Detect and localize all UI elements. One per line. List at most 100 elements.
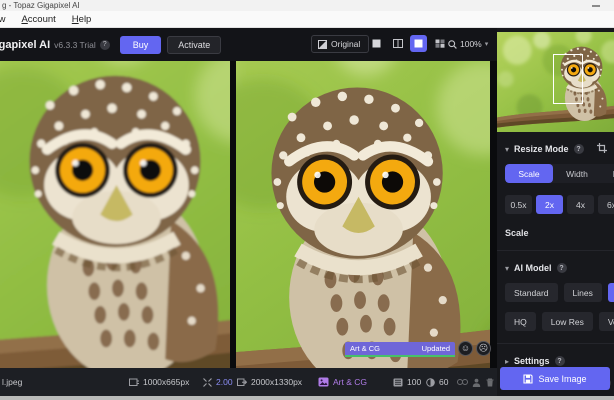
original-toggle-button[interactable]: Original xyxy=(311,35,370,53)
navigator-thumbnail[interactable] xyxy=(497,32,614,132)
happy-face-icon[interactable]: ☺ xyxy=(458,341,473,356)
model-hq-button[interactable]: HQ xyxy=(505,312,536,331)
image-size-icon xyxy=(129,378,139,386)
menu-account[interactable]: Account xyxy=(21,14,55,25)
help-badge-icon[interactable]: ? xyxy=(99,39,110,50)
progress-bar xyxy=(345,355,455,357)
input-size-group: 1000x665px xyxy=(129,368,189,396)
progress-status: Updated xyxy=(421,344,450,353)
split-view-icon xyxy=(392,39,403,48)
memory-card-icon xyxy=(393,378,403,386)
navigator-viewport-rect[interactable] xyxy=(553,54,583,104)
processed-image-pane[interactable] xyxy=(236,61,490,368)
comparison-view-icon xyxy=(435,39,444,48)
chevron-down-icon: ▾ xyxy=(484,41,489,48)
tab-scale[interactable]: Scale xyxy=(505,164,553,183)
strength-value: 60 xyxy=(439,377,449,387)
chevron-right-icon: ▸ xyxy=(505,356,510,366)
person-icon[interactable] xyxy=(472,368,481,396)
buy-button[interactable]: Buy xyxy=(119,35,162,54)
brand-version: v6.3.3 Trial xyxy=(54,39,96,50)
help-badge-icon[interactable]: ? xyxy=(556,263,567,273)
crop-icon[interactable] xyxy=(597,143,607,153)
scale-6x-button[interactable]: 6x xyxy=(598,195,614,214)
output-size-group: 2000x1330px xyxy=(237,368,302,396)
split-view-button[interactable] xyxy=(389,35,406,52)
save-image-label: Save Image xyxy=(538,373,587,384)
face-recovery-icon[interactable] xyxy=(457,368,468,396)
filename: l.jpeg xyxy=(2,377,23,387)
view-mode-group xyxy=(368,35,448,52)
zoom-control[interactable]: 100% ▾ xyxy=(444,35,492,53)
output-size-icon xyxy=(237,378,247,386)
desktop-strip xyxy=(0,396,614,400)
single-view-icon xyxy=(372,39,381,48)
side-by-side-view-button[interactable] xyxy=(410,35,427,52)
brand-name: Gigapixel AI xyxy=(0,38,51,51)
original-owl-image xyxy=(0,61,230,368)
model-lines-button[interactable]: Lines xyxy=(563,283,602,302)
magnifier-icon xyxy=(448,39,457,49)
original-image-pane[interactable] xyxy=(0,61,230,368)
settings-panel: ▾ Resize Mode ? Scale Width Height 0.5x … xyxy=(497,28,614,396)
minimize-button[interactable] xyxy=(592,5,600,7)
window-title: g - Topaz Gigapixel AI xyxy=(2,1,80,10)
side-by-side-view-icon xyxy=(414,39,423,48)
strength-stat-group: 60 xyxy=(426,368,448,396)
divider xyxy=(497,250,614,251)
processed-owl-image xyxy=(236,61,490,368)
model-row-1: Standard Lines Art & CG xyxy=(505,283,614,302)
contrast-icon xyxy=(426,377,435,387)
scale-factor-group: 2.00 xyxy=(203,368,233,396)
chevron-down-icon: ▾ xyxy=(505,144,510,154)
save-image-button[interactable]: Save Image xyxy=(500,367,610,390)
model-label: Art & CG xyxy=(333,377,368,387)
activate-button[interactable]: Activate xyxy=(167,35,222,54)
scale-2x-button[interactable]: 2x xyxy=(536,195,563,214)
divider xyxy=(497,343,614,344)
tab-width[interactable]: Width xyxy=(553,164,601,183)
model-image-icon xyxy=(318,377,329,387)
model-indicator-group[interactable]: Art & CG xyxy=(318,368,367,396)
zoom-level: 100% xyxy=(460,39,482,49)
status-bar: l.jpeg 1000x665px 2.00 2000x1330px Art &… xyxy=(0,368,497,396)
feedback-buttons: ☺ ☹ xyxy=(458,341,491,356)
ai-model-header[interactable]: ▾ AI Model ? xyxy=(497,263,614,273)
preview-area: Art & CG Updated ☺ ☹ xyxy=(0,61,497,368)
menu-view[interactable]: View xyxy=(0,14,5,25)
resize-mode-header[interactable]: ▾ Resize Mode ? xyxy=(497,143,614,154)
compare-icon xyxy=(318,39,327,49)
trash-icon[interactable] xyxy=(486,368,494,396)
output-size: 2000x1330px xyxy=(251,377,303,387)
tab-height[interactable]: Height xyxy=(601,164,614,183)
sad-face-icon[interactable]: ☹ xyxy=(476,341,491,356)
model-progress-chip: Art & CG Updated xyxy=(345,342,455,355)
gigapixel-window: g - Topaz Gigapixel AI View Account Help… xyxy=(0,0,614,400)
memory-stat-group: 100 xyxy=(393,368,421,396)
input-size: 1000x665px xyxy=(143,377,190,387)
chevron-down-icon: ▾ xyxy=(505,263,510,273)
menu-bar: View Account Help xyxy=(0,11,614,28)
settings-title: Settings xyxy=(514,356,550,366)
resize-tabs: Scale Width Height xyxy=(505,164,614,183)
brand: Gigapixel AI v6.3.3 Trial ? xyxy=(0,39,110,51)
model-row-2: HQ Low Res Very Compressed xyxy=(505,312,614,331)
single-view-button[interactable] xyxy=(368,35,385,52)
scale-4x-button[interactable]: 4x xyxy=(567,195,594,214)
scale-arrows-icon xyxy=(203,377,212,387)
help-badge-icon[interactable]: ? xyxy=(573,144,584,154)
scale-field-label: Scale xyxy=(505,228,529,238)
title-bar: g - Topaz Gigapixel AI xyxy=(0,0,614,11)
scale-0-5x-button[interactable]: 0.5x xyxy=(505,195,532,214)
ai-model-title: AI Model xyxy=(514,263,552,273)
scale-presets: 0.5x 2x 4x 6x xyxy=(505,195,614,214)
model-standard-button[interactable]: Standard xyxy=(505,283,558,302)
model-very-compressed-button[interactable]: Very Compressed xyxy=(598,312,614,331)
model-low-res-button[interactable]: Low Res xyxy=(541,312,593,331)
settings-header[interactable]: ▸ Settings ? xyxy=(497,356,614,366)
menu-help[interactable]: Help xyxy=(72,14,92,25)
model-art-cg-button[interactable]: Art & CG xyxy=(607,283,614,302)
scale-factor: 2.00 xyxy=(216,377,233,387)
help-badge-icon[interactable]: ? xyxy=(554,356,565,366)
memory-value: 100 xyxy=(407,377,422,387)
